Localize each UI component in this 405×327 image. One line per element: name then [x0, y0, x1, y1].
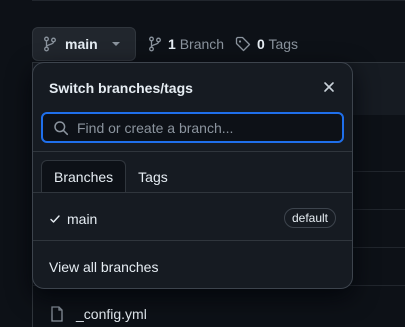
- view-all-branches-link[interactable]: View all branches: [49, 259, 158, 275]
- tag-count: 0: [257, 36, 265, 52]
- divider: [33, 240, 352, 241]
- tab-branches[interactable]: Branches: [41, 160, 127, 193]
- git-branch-icon: [43, 36, 57, 52]
- branch-count: 1: [168, 36, 176, 52]
- divider: [33, 151, 352, 152]
- file-row[interactable]: _config.yml: [32, 300, 405, 327]
- repo-page: _config.yml main 1 Branch 0 Tags Switch …: [0, 0, 405, 327]
- git-branch-icon: [148, 36, 162, 52]
- tab-branches-label: Branches: [54, 169, 114, 185]
- check-icon: [49, 213, 61, 225]
- branch-select-label: main: [65, 36, 98, 52]
- tags-link[interactable]: 0 Tags: [235, 33, 298, 55]
- divider: [32, 0, 405, 1]
- default-badge: default: [283, 208, 336, 228]
- branches-link[interactable]: 1 Branch: [148, 33, 224, 55]
- dropdown-header: Switch branches/tags: [33, 63, 352, 113]
- switch-branches-dropdown: Switch branches/tags Branches Tags: [32, 62, 353, 289]
- tag-count-label: Tags: [268, 36, 299, 52]
- close-icon: [323, 81, 335, 93]
- file-icon: [50, 305, 64, 322]
- divider: [33, 192, 352, 193]
- tab-tags-label: Tags: [138, 168, 168, 185]
- branch-name: main: [67, 211, 98, 227]
- ref-tabs: Branches Tags: [41, 160, 180, 193]
- file-name[interactable]: _config.yml: [76, 306, 147, 322]
- branch-select-button[interactable]: main: [32, 27, 136, 61]
- branch-search-field[interactable]: [41, 112, 344, 143]
- branch-count-label: Branch: [179, 36, 225, 52]
- dropdown-title: Switch branches/tags: [49, 80, 193, 96]
- search-icon: [53, 120, 69, 136]
- close-button[interactable]: [318, 76, 340, 98]
- tag-icon: [235, 36, 251, 52]
- tab-tags[interactable]: Tags: [126, 160, 180, 193]
- chevron-down-icon: [111, 42, 120, 46]
- branch-search-input[interactable]: [77, 119, 327, 136]
